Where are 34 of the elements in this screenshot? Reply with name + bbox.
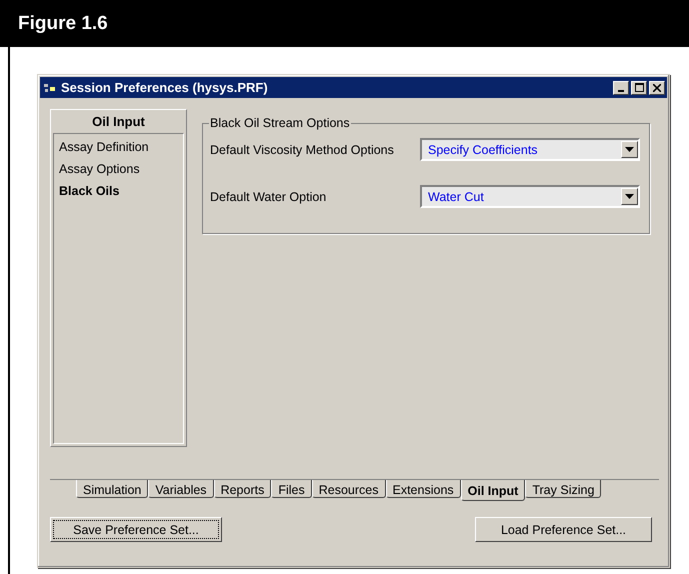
preference-button[interactable]: Save Preference Set... bbox=[50, 517, 222, 542]
close-button[interactable] bbox=[649, 80, 665, 94]
tab[interactable]: Files bbox=[271, 480, 312, 498]
tab[interactable]: Simulation bbox=[76, 480, 148, 498]
dropdown[interactable]: Specify Coefficients bbox=[420, 138, 640, 161]
maximize-icon bbox=[634, 83, 644, 92]
sidebar-item[interactable]: Assay Options bbox=[54, 160, 183, 182]
minimize-icon bbox=[618, 90, 624, 92]
maximize-button[interactable] bbox=[631, 80, 647, 94]
caret-icon bbox=[625, 194, 634, 199]
tab[interactable]: Resources bbox=[312, 480, 386, 498]
group-title: Black Oil Stream Options bbox=[209, 116, 351, 130]
window-title: Session Preferences (hysys.PRF) bbox=[61, 80, 269, 95]
preference-button[interactable]: Load Preference Set... bbox=[475, 517, 652, 542]
tab[interactable]: Extensions bbox=[386, 480, 461, 498]
close-icon bbox=[653, 84, 661, 92]
tab[interactable]: Reports bbox=[214, 480, 272, 498]
dropdown-arrow-button[interactable] bbox=[621, 188, 638, 205]
dropdown[interactable]: Water Cut bbox=[420, 185, 640, 208]
dropdown-value: Specify Coefficients bbox=[427, 142, 539, 156]
figure-title: Figure 1.6 bbox=[18, 12, 108, 34]
field-label: Default Water Option bbox=[210, 189, 326, 204]
dropdown-value: Water Cut bbox=[427, 190, 485, 204]
sidebar-title: Oil Input bbox=[91, 113, 146, 131]
tab[interactable]: Tray Sizing bbox=[525, 480, 602, 498]
app-icon bbox=[43, 82, 57, 94]
caret-icon bbox=[625, 147, 634, 152]
sidebar-item[interactable]: Black Oils bbox=[54, 182, 183, 204]
minimize-button[interactable] bbox=[613, 80, 629, 94]
dropdown-arrow-button[interactable] bbox=[621, 141, 638, 158]
sidebar-item[interactable]: Assay Definition bbox=[54, 138, 183, 160]
tab[interactable]: Variables bbox=[148, 480, 214, 498]
tab[interactable]: Oil Input bbox=[460, 480, 526, 501]
field-label: Default Viscosity Method Options bbox=[210, 142, 394, 157]
